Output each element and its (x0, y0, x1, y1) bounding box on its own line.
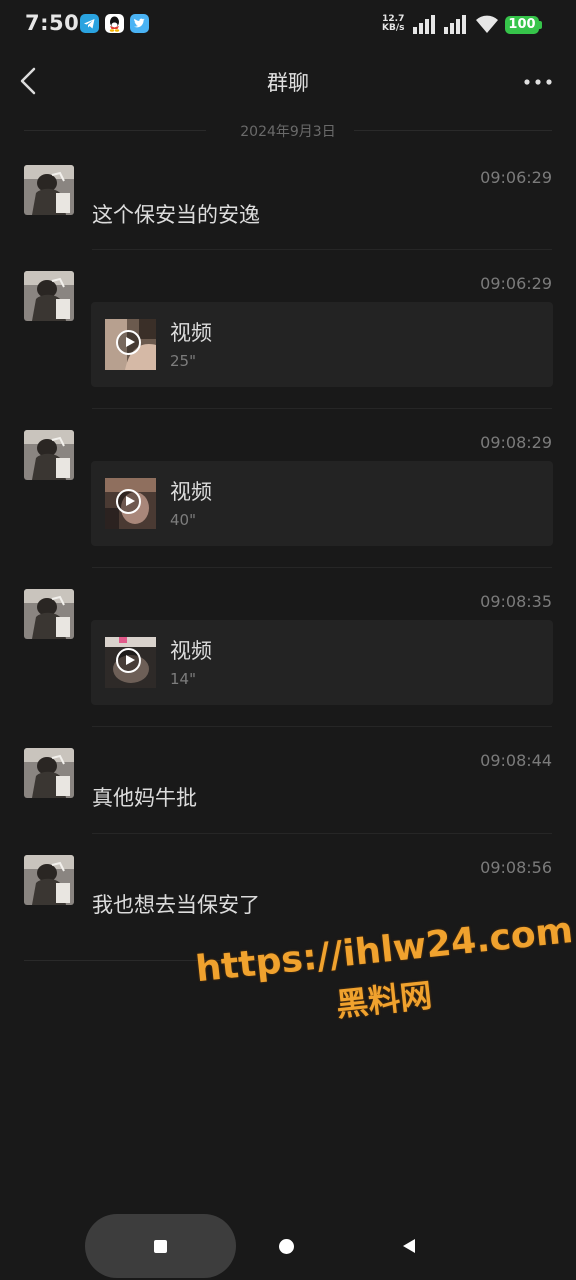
telegram-icon (80, 14, 99, 33)
message-time: 09:08:44 (480, 751, 552, 770)
message-item[interactable]: 09:08:35 视频 14" (0, 589, 576, 727)
message-text[interactable]: 我也想去当保安了 (92, 889, 260, 919)
wifi-icon (474, 13, 500, 39)
video-duration: 14" (170, 670, 196, 688)
message-text[interactable]: 真他妈牛批 (92, 782, 197, 812)
date-separator: 2024年9月3日 (24, 118, 552, 144)
play-icon (116, 648, 141, 673)
video-thumbnail (105, 637, 156, 688)
twitter-icon (130, 14, 149, 33)
status-time: 7:50 (25, 11, 80, 35)
watermark-name: 黑料网 (334, 976, 434, 1024)
message-divider (92, 833, 552, 834)
qq-icon (105, 14, 124, 33)
system-back-button[interactable] (403, 1239, 415, 1253)
video-card[interactable]: 视频 14" (91, 620, 553, 705)
avatar[interactable] (24, 165, 74, 215)
play-icon (116, 330, 141, 355)
message-divider (92, 249, 552, 250)
video-duration: 25" (170, 352, 196, 370)
more-dots-icon (524, 79, 552, 85)
video-card[interactable]: 视频 40" (91, 461, 553, 546)
message-item[interactable]: 09:08:29 视频 40" (0, 430, 576, 568)
avatar[interactable] (24, 589, 74, 639)
avatar[interactable] (24, 271, 74, 321)
page-title: 群聊 (267, 71, 309, 95)
message-time: 09:08:56 (480, 858, 552, 877)
avatar[interactable] (24, 430, 74, 480)
recents-button[interactable] (85, 1214, 236, 1278)
video-title: 视频 (170, 321, 212, 345)
message-time: 09:08:29 (480, 433, 552, 452)
status-bar: 7:50 12.7 KB/s 100 (0, 0, 576, 52)
video-card[interactable]: 视频 25" (91, 302, 553, 387)
avatar[interactable] (24, 748, 74, 798)
message-divider (92, 408, 552, 409)
message-divider (92, 567, 552, 568)
message-time: 09:06:29 (480, 274, 552, 293)
date-label: 2024年9月3日 (240, 124, 336, 140)
home-button[interactable] (279, 1239, 294, 1254)
message-time: 09:06:29 (480, 168, 552, 187)
play-icon (116, 489, 141, 514)
cell-signal-1-icon (412, 14, 438, 40)
video-title: 视频 (170, 480, 212, 504)
recents-square-icon (154, 1240, 167, 1253)
video-title: 视频 (170, 639, 212, 663)
cell-signal-2-icon (443, 14, 469, 40)
message-item[interactable]: 09:06:29 视频 25" (0, 271, 576, 409)
message-text[interactable]: 这个保安当的安逸 (92, 199, 260, 229)
message-item[interactable]: 09:08:44 真他妈牛批 (0, 748, 576, 834)
more-options-button[interactable] (522, 72, 554, 92)
network-speed: 12.7 KB/s (382, 14, 405, 33)
message-time: 09:08:35 (480, 592, 552, 611)
video-duration: 40" (170, 511, 196, 529)
system-nav-bar (0, 1208, 576, 1280)
battery-icon: 100 (505, 16, 539, 34)
video-thumbnail (105, 478, 156, 529)
message-item[interactable]: 09:06:29 这个保安当的安逸 (0, 165, 576, 250)
message-divider (92, 726, 552, 727)
top-nav-bar: 群聊 (0, 52, 576, 112)
avatar[interactable] (24, 855, 74, 905)
battery-tip (539, 21, 542, 29)
video-thumbnail (105, 319, 156, 370)
